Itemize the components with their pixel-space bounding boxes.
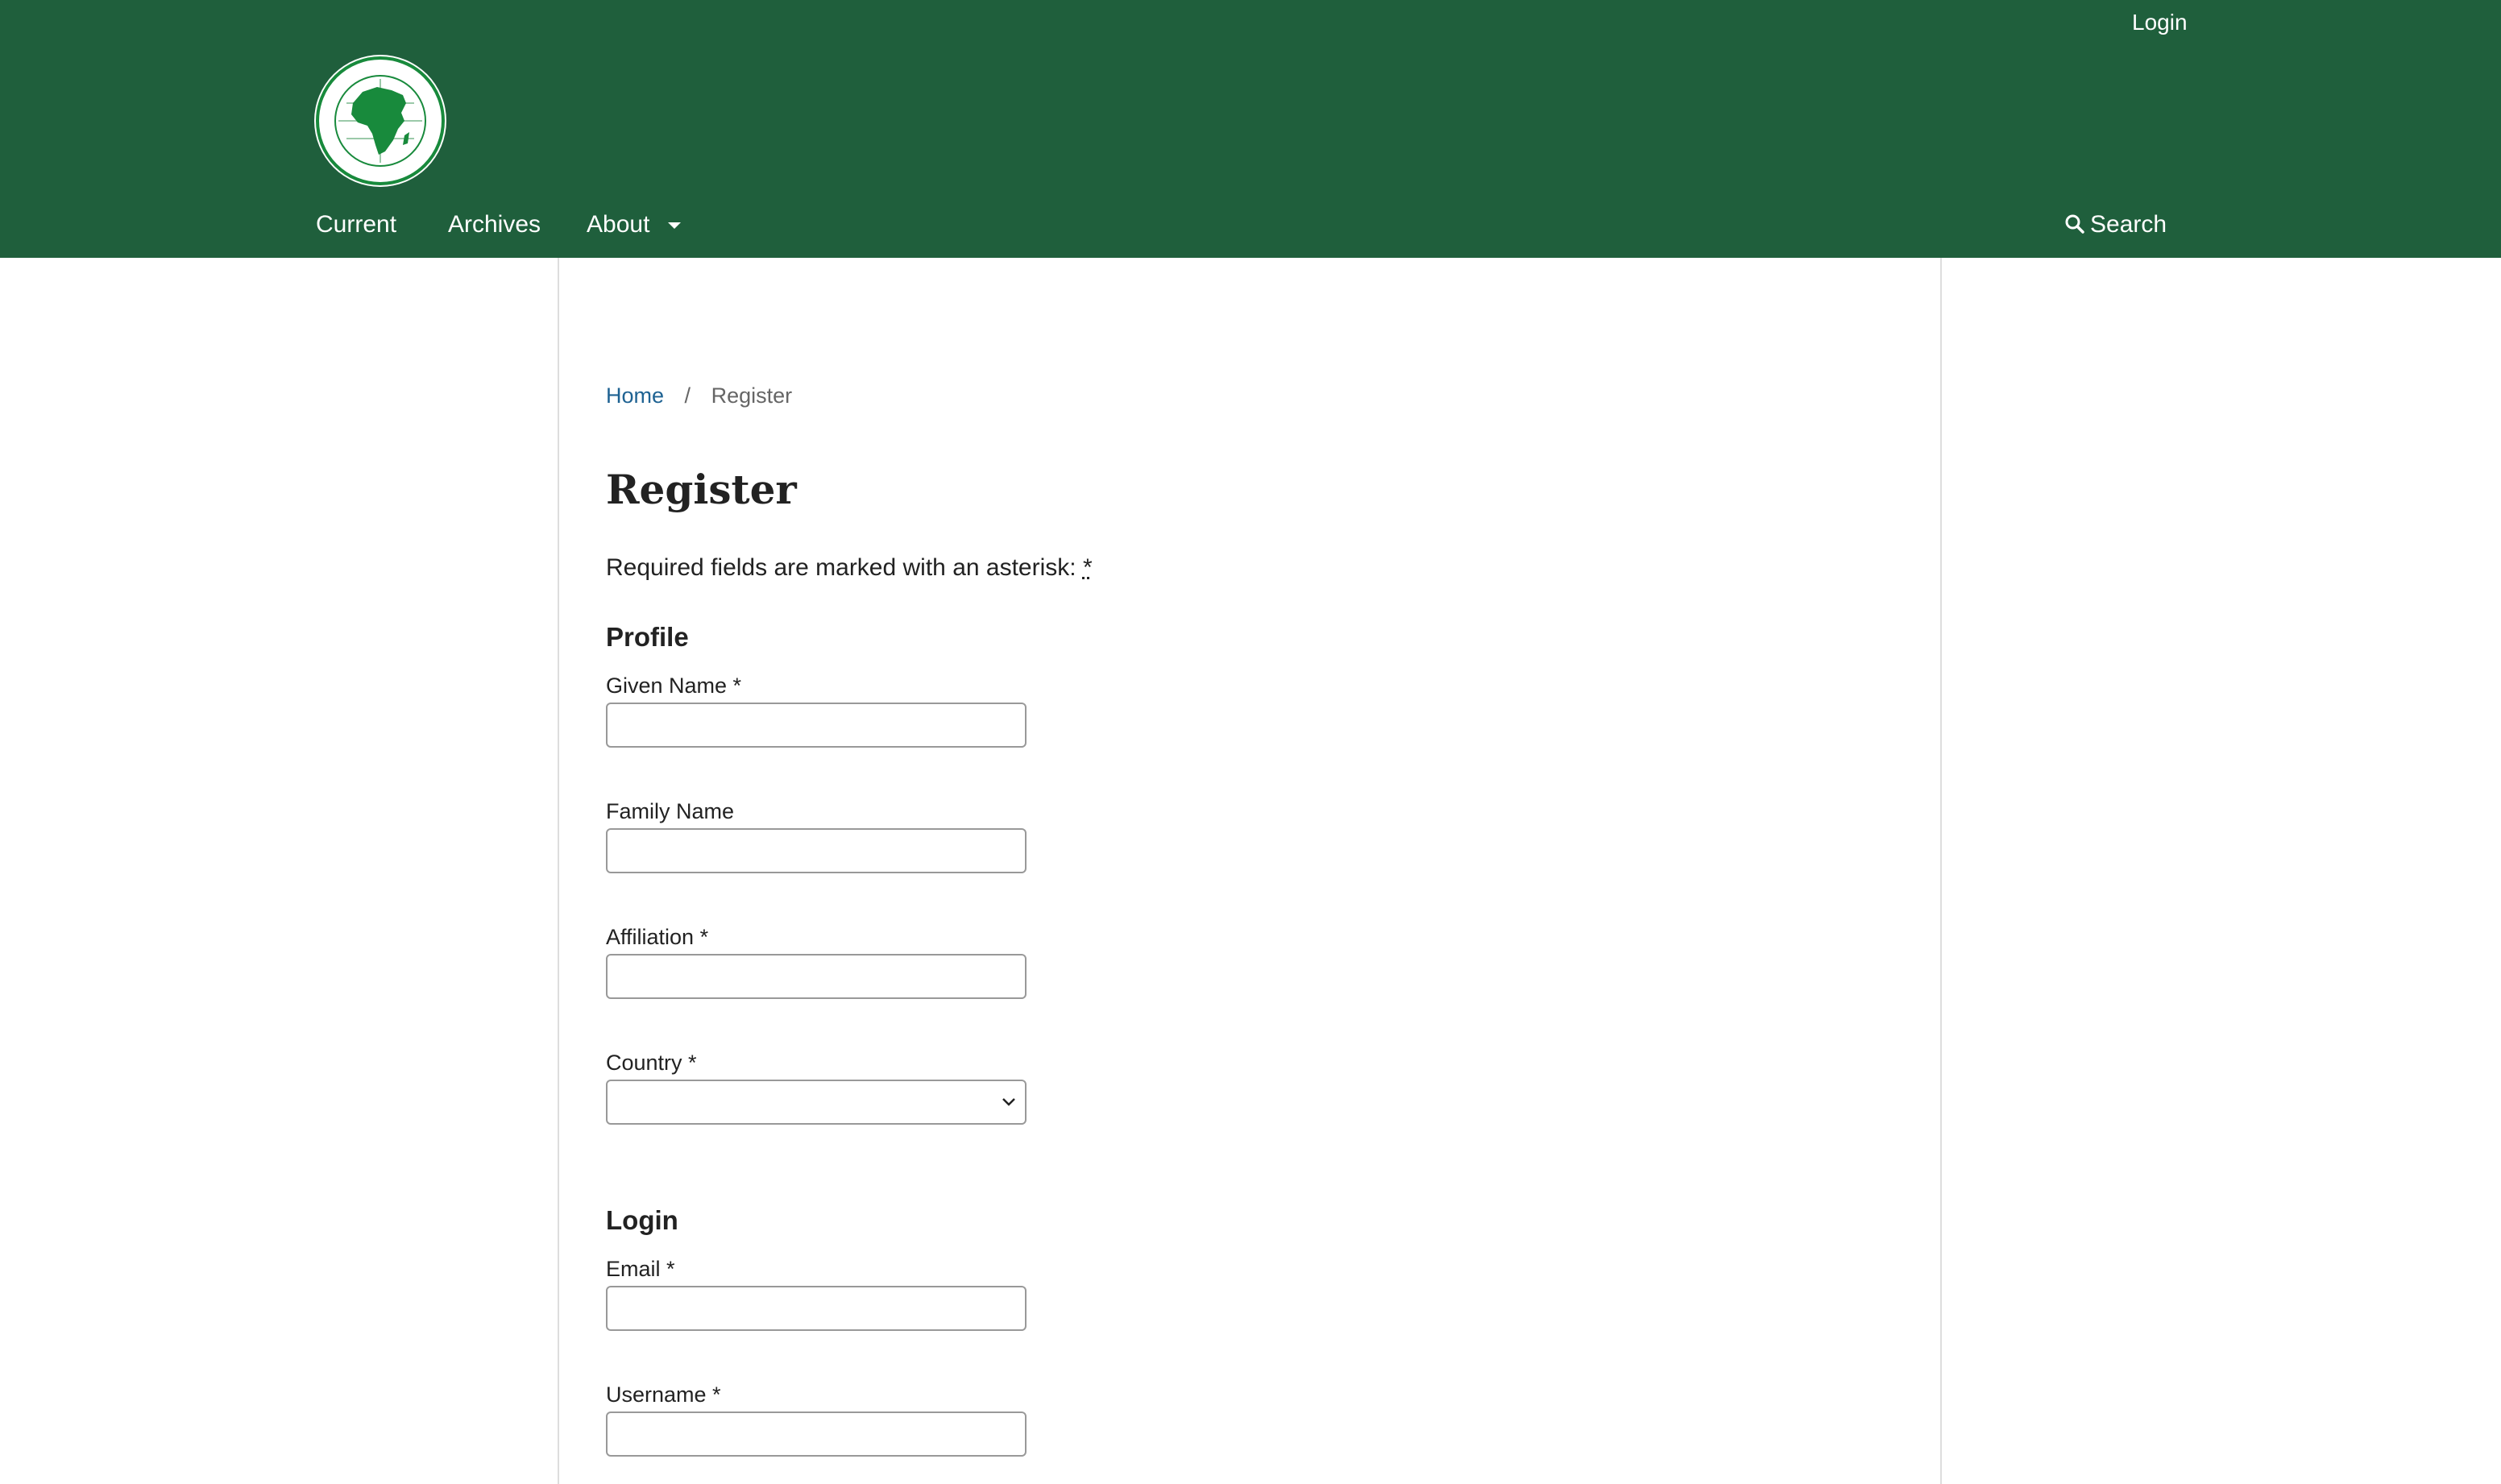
site-logo[interactable]: [314, 55, 446, 187]
nav-about-label: About: [587, 211, 650, 238]
email-label: Email *: [606, 1257, 675, 1281]
username-label: Username *: [606, 1382, 721, 1407]
required-marker: *: [1082, 554, 1093, 581]
site-header: Login Current Archives About Search: [0, 0, 2501, 258]
breadcrumb-separator: /: [684, 383, 691, 408]
chevron-down-icon: [1002, 1098, 1015, 1106]
email-input[interactable]: [606, 1286, 1027, 1331]
nav-about[interactable]: About: [587, 211, 681, 238]
username-input[interactable]: [606, 1411, 1027, 1457]
required-note-text: Required fields are marked with an aster…: [606, 554, 1076, 581]
caret-down-icon: [667, 222, 681, 230]
search-label: Search: [2090, 211, 2167, 238]
africa-globe-logo-icon: [316, 56, 445, 185]
family-name-label: Family Name: [606, 799, 735, 823]
affiliation-label: Affiliation *: [606, 925, 709, 949]
search-icon: [2065, 214, 2084, 234]
required-fields-note: Required fields are marked with an aster…: [606, 554, 1093, 582]
affiliation-input[interactable]: [606, 954, 1027, 999]
profile-heading: Profile: [606, 622, 689, 652]
breadcrumb-home[interactable]: Home: [606, 383, 664, 408]
nav-current[interactable]: Current: [316, 211, 396, 238]
country-select[interactable]: [606, 1080, 1027, 1125]
given-name-label: Given Name *: [606, 674, 742, 698]
search-link[interactable]: Search: [2064, 211, 2167, 238]
nav-archives[interactable]: Archives: [448, 211, 541, 238]
breadcrumb: Home / Register: [606, 383, 792, 408]
family-name-input[interactable]: [606, 828, 1027, 873]
login-heading: Login: [606, 1205, 678, 1235]
given-name-input[interactable]: [606, 703, 1027, 748]
country-label: Country *: [606, 1051, 697, 1075]
breadcrumb-current: Register: [711, 383, 793, 408]
login-link[interactable]: Login: [2132, 10, 2188, 35]
page-title: Register: [606, 466, 797, 513]
